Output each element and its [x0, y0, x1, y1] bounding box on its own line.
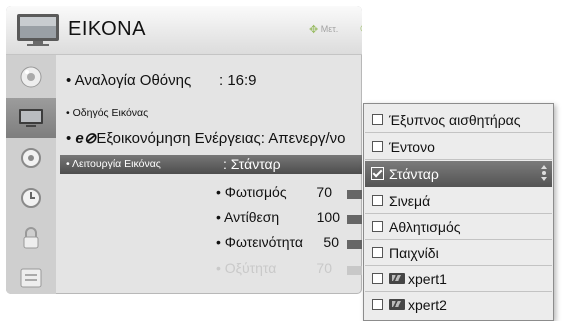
- option-label: Έντονο: [389, 138, 435, 155]
- lock-icon: [23, 227, 39, 249]
- sharpness-bar: [347, 266, 362, 275]
- aspect-ratio-value: : 16:9: [219, 72, 257, 89]
- backlight-label[interactable]: Φωτισμός: [216, 184, 287, 200]
- option-smart-sensor[interactable]: Έξυπνος αισθητήρας: [365, 107, 552, 133]
- sidebar-item-picture[interactable]: [6, 98, 56, 138]
- picture-mode-dropdown: Έξυπνος αισθητήρας Έντονο Στάνταρ Σινεμά…: [363, 103, 554, 321]
- option-game[interactable]: Παιχνίδι: [365, 240, 552, 266]
- option-label: Στάνταρ: [389, 165, 439, 182]
- checkbox-checked: [371, 167, 384, 180]
- checkbox: [372, 299, 383, 310]
- picture-menu-window: ΕΙΚΟΝΑ ✥ Μετ. ◉ OK: [6, 6, 362, 294]
- brightness-bar: [347, 240, 362, 249]
- energy-saving-label: Εξοικονόμηση Ενέργειας: Απενεργ/νο: [96, 130, 346, 147]
- isf-expert-logo-icon: [389, 299, 405, 310]
- menu-header: ΕΙΚΟΝΑ ✥ Μετ. ◉ OK: [6, 6, 362, 55]
- checkbox: [372, 221, 383, 232]
- sidebar-item-sound[interactable]: [6, 57, 56, 97]
- bullet: •: [66, 130, 76, 147]
- picture-mode-value: : Στάνταρ: [223, 156, 281, 172]
- option-vivid[interactable]: Έντονο: [365, 134, 552, 160]
- sidebar-item-options[interactable]: [6, 258, 56, 294]
- dpad-icon: ✥: [309, 24, 319, 36]
- sharpness-value: 70: [316, 260, 332, 276]
- speaker-icon: [20, 66, 42, 88]
- contrast-label[interactable]: Αντίθεση: [216, 209, 279, 225]
- brightness-value: 50: [323, 234, 339, 250]
- options-icon: [20, 268, 42, 288]
- sidebar-item-time[interactable]: [6, 178, 56, 218]
- ok-hint: ◉ OK: [360, 23, 362, 34]
- move-hint-label: Μετ.: [320, 24, 339, 34]
- category-sidebar: [6, 55, 56, 294]
- energy-saving-item[interactable]: • e⊘Εξοικονόμηση Ενέργειας: Απενεργ/νο: [66, 129, 346, 147]
- option-standard[interactable]: Στάνταρ: [365, 161, 552, 187]
- page-title: ΕΙΚΟΝΑ: [68, 18, 146, 40]
- ok-button-icon: ◉: [360, 23, 362, 34]
- contrast-bar: [347, 215, 362, 224]
- picture-mode-label: Λειτουργία Εικόνας: [66, 158, 161, 170]
- checkbox: [372, 247, 383, 258]
- checkbox: [372, 195, 383, 206]
- option-expert1[interactable]: xpert1: [365, 266, 552, 292]
- option-label: Παιχνίδι: [389, 244, 439, 261]
- checkbox: [372, 114, 383, 125]
- backlight-value: 70: [316, 184, 332, 200]
- picture-wizard-label[interactable]: Οδηγός Εικόνας: [66, 107, 149, 119]
- contrast-value: 100: [316, 209, 340, 225]
- option-sport[interactable]: Αθλητισμός: [365, 214, 552, 240]
- tv-picture-icon: [17, 14, 59, 46]
- option-cinema[interactable]: Σινεμά: [365, 188, 552, 214]
- aspect-ratio-label[interactable]: Αναλογία Οθόνης: [66, 72, 192, 89]
- option-expert2[interactable]: xpert2: [365, 292, 552, 317]
- sharpness-label[interactable]: Οξύτητα: [216, 260, 277, 276]
- energy-leaf-icon: e⊘: [75, 130, 97, 147]
- checkbox: [372, 141, 383, 152]
- audio-icon: [21, 148, 41, 168]
- sidebar-item-lock[interactable]: [6, 218, 56, 258]
- isf-expert-logo-icon: [389, 273, 405, 284]
- option-label: xpert1: [408, 270, 447, 287]
- sidebar-item-audio[interactable]: [6, 138, 56, 178]
- checkbox: [372, 273, 383, 284]
- brightness-label[interactable]: Φωτεινότητα: [216, 234, 303, 250]
- scroll-arrows-icon: [541, 165, 547, 181]
- option-label: Αθλητισμός: [389, 218, 461, 235]
- move-hint: ✥ Μετ.: [309, 23, 338, 36]
- clock-icon: [21, 188, 41, 208]
- tv-picture-icon: [19, 109, 43, 127]
- option-label: Σινεμά: [389, 192, 431, 209]
- option-label: Έξυπνος αισθητήρας: [389, 111, 521, 128]
- option-label: xpert2: [408, 296, 447, 313]
- backlight-bar: [347, 190, 362, 199]
